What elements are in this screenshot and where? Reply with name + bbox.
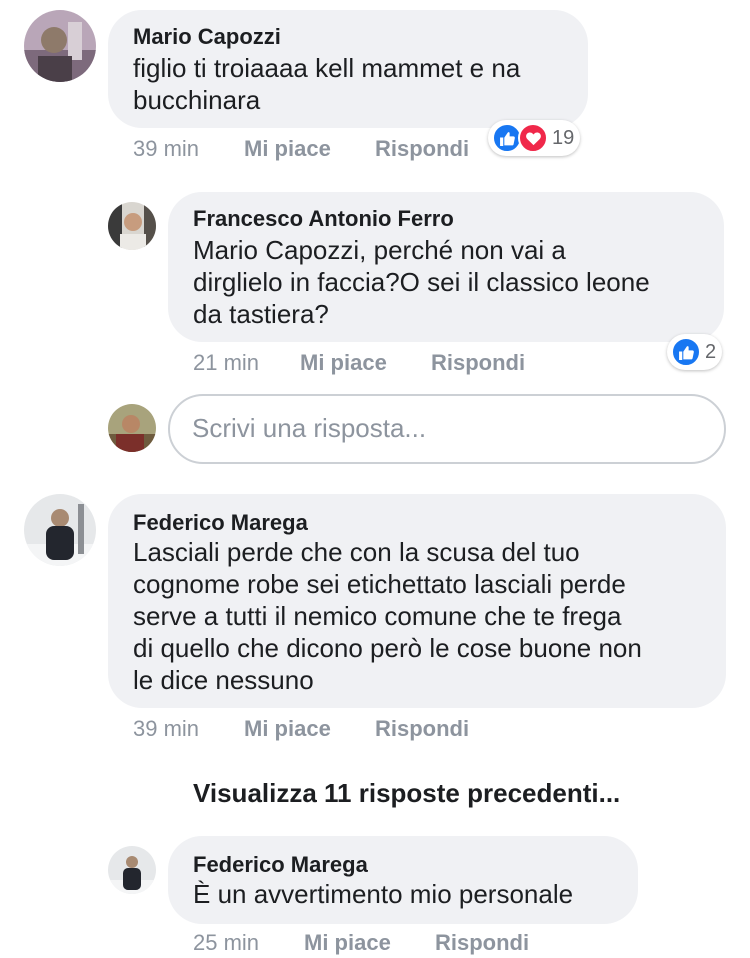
avatar-federico-marega[interactable] — [108, 846, 156, 894]
comment-text-line: serve a tutti il nemico comune che te fr… — [133, 601, 622, 631]
reaction-count: 19 — [552, 126, 575, 149]
like-button[interactable]: Mi piace — [304, 930, 391, 956]
comment-author[interactable]: Federico Marega — [193, 852, 368, 878]
comment-timestamp[interactable]: 39 min — [133, 136, 199, 162]
reply-button[interactable]: Rispondi — [375, 716, 469, 742]
comment-timestamp[interactable]: 21 min — [193, 350, 259, 376]
reaction-count: 2 — [705, 340, 717, 363]
avatar-francesco-antonio-ferro[interactable] — [108, 202, 156, 250]
heart-icon — [518, 123, 548, 153]
comment-text-line: Mario Capozzi, perché non vai a — [193, 235, 566, 265]
comment-text-line: dirglielo in faccia?O sei il classico le… — [193, 267, 650, 297]
comment-text-line: figlio ti troiaaaa kell mammet e na — [133, 53, 521, 83]
like-button[interactable]: Mi piace — [244, 136, 331, 162]
view-previous-replies-link[interactable]: Visualizza 11 risposte precedenti... — [193, 778, 620, 809]
comment-text-line: È un avvertimento mio personale — [193, 879, 574, 909]
reply-input[interactable] — [192, 410, 672, 446]
reply-button[interactable]: Rispondi — [375, 136, 469, 162]
comment-text-line: le dice nessuno — [133, 665, 314, 695]
reaction-summary[interactable]: 2 — [667, 334, 723, 370]
comment-bubble: Francesco Antonio Ferro Mario Capozzi, p… — [168, 192, 724, 342]
comment-text-line: Lasciali perde che con la scusa del tuo — [133, 537, 580, 567]
comment-bubble: Federico Marega È un avvertimento mio pe… — [168, 836, 638, 924]
comment-text-line: bucchinara — [133, 85, 261, 115]
comment-text-line: di quello che dicono però le cose buone … — [133, 633, 642, 663]
comment-text-line: cognome robe sei etichettato lasciali pe… — [133, 569, 626, 599]
comment-bubble: Mario Capozzi figlio ti troiaaaa kell ma… — [108, 10, 588, 128]
reaction-summary[interactable]: 19 — [488, 120, 581, 156]
like-button[interactable]: Mi piace — [300, 350, 387, 376]
reply-button[interactable]: Rispondi — [431, 350, 525, 376]
avatar-mario-capozzi[interactable] — [24, 10, 96, 82]
comment-author[interactable]: Francesco Antonio Ferro — [193, 206, 454, 232]
comment-bubble: Federico Marega Lasciali perde che con l… — [108, 494, 726, 708]
comment-author[interactable]: Federico Marega — [133, 510, 308, 536]
comment-text-line: da tastiera? — [193, 299, 329, 329]
comment-author[interactable]: Mario Capozzi — [133, 24, 281, 50]
reply-input-box[interactable] — [168, 394, 726, 464]
comment-timestamp[interactable]: 39 min — [133, 716, 199, 742]
comment-timestamp[interactable]: 25 min — [193, 930, 259, 956]
avatar-federico-marega[interactable] — [24, 494, 96, 566]
reply-button[interactable]: Rispondi — [435, 930, 529, 956]
thumbs-up-icon — [671, 337, 701, 367]
like-button[interactable]: Mi piace — [244, 716, 331, 742]
avatar-current-user — [108, 404, 156, 452]
